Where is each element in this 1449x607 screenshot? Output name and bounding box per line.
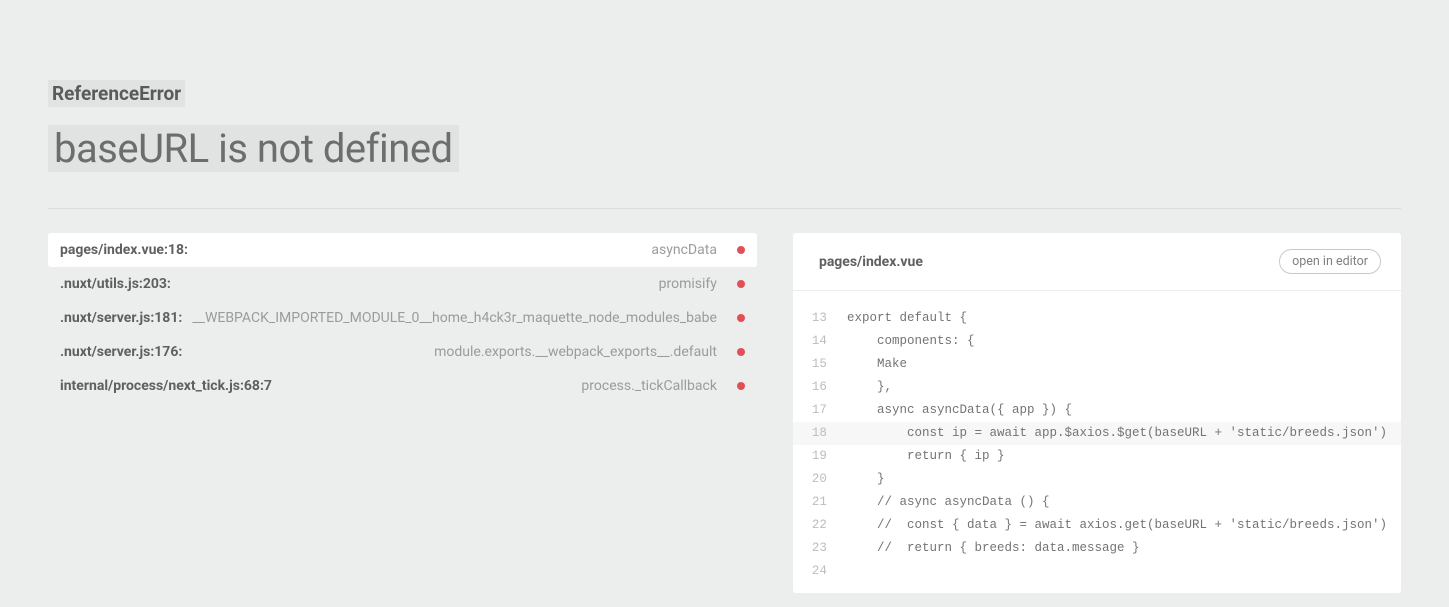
trace-file: internal/process/next_tick.js:68:7 xyxy=(60,378,272,394)
line-number: 15 xyxy=(793,353,841,376)
line-text xyxy=(841,560,847,583)
code-line: 22 // const { data } = await axios.get(b… xyxy=(793,514,1401,537)
line-text: async asyncData({ app }) { xyxy=(841,399,1072,422)
source-filename: pages/index.vue xyxy=(819,254,923,270)
trace-file: pages/index.vue:18: xyxy=(60,242,188,258)
code-line: 23 // return { breeds: data.message } xyxy=(793,537,1401,560)
source-code: 13export default {14 components: {15 Mak… xyxy=(793,291,1401,593)
code-line: 18 const ip = await app.$axios.$get(base… xyxy=(793,422,1401,445)
code-line: 16 }, xyxy=(793,376,1401,399)
line-number: 19 xyxy=(793,445,841,468)
line-number: 23 xyxy=(793,537,841,560)
stack-trace-row[interactable]: .nuxt/server.js:181: __WEBPACK_IMPORTED_M… xyxy=(48,301,757,335)
line-text: } xyxy=(841,468,885,491)
stack-trace-row[interactable]: .nuxt/server.js:176: module.exports.__web… xyxy=(48,335,757,369)
status-dot-icon xyxy=(737,246,745,254)
code-line: 13export default { xyxy=(793,307,1401,330)
line-number: 22 xyxy=(793,514,841,537)
trace-function: module.exports.__webpack_exports__.defau… xyxy=(434,344,717,360)
line-text: // return { breeds: data.message } xyxy=(841,537,1140,560)
stack-trace-row[interactable]: .nuxt/utils.js:203: promisify xyxy=(48,267,757,301)
line-number: 18 xyxy=(793,422,841,445)
trace-function: asyncData xyxy=(651,242,717,258)
line-text: const ip = await app.$axios.$get(baseURL… xyxy=(841,422,1387,445)
line-number: 21 xyxy=(793,491,841,514)
trace-file: .nuxt/server.js:176: xyxy=(60,344,182,360)
line-number: 17 xyxy=(793,399,841,422)
trace-function: __WEBPACK_IMPORTED_MODULE_0__home_h4ck3r… xyxy=(192,310,717,326)
line-text: return { ip } xyxy=(841,445,1005,468)
line-number: 14 xyxy=(793,330,841,353)
trace-file: .nuxt/server.js:181: xyxy=(60,310,182,326)
line-text: components: { xyxy=(841,330,975,353)
line-text: }, xyxy=(841,376,892,399)
code-line: 19 return { ip } xyxy=(793,445,1401,468)
code-line: 14 components: { xyxy=(793,330,1401,353)
line-number: 20 xyxy=(793,468,841,491)
line-number: 24 xyxy=(793,560,841,583)
status-dot-icon xyxy=(737,348,745,356)
trace-function: process._tickCallback xyxy=(581,378,717,394)
stack-trace-list: pages/index.vue:18: asyncData .nuxt/utils.… xyxy=(48,233,757,593)
stack-trace-row[interactable]: internal/process/next_tick.js:68:7 proces… xyxy=(48,369,757,403)
status-dot-icon xyxy=(737,280,745,288)
trace-function: promisify xyxy=(659,276,717,292)
line-text: Make xyxy=(841,353,907,376)
open-in-editor-button[interactable]: open in editor xyxy=(1279,249,1381,274)
code-line: 17 async asyncData({ app }) { xyxy=(793,399,1401,422)
source-panel: pages/index.vue open in editor 13export … xyxy=(793,233,1401,593)
divider xyxy=(48,208,1401,209)
stack-trace-row[interactable]: pages/index.vue:18: asyncData xyxy=(48,233,757,267)
code-line: 15 Make xyxy=(793,353,1401,376)
code-line: 24 xyxy=(793,560,1401,583)
status-dot-icon xyxy=(737,314,745,322)
code-line: 21 // async asyncData () { xyxy=(793,491,1401,514)
line-number: 13 xyxy=(793,307,841,330)
trace-file: .nuxt/utils.js:203: xyxy=(60,276,171,292)
line-number: 16 xyxy=(793,376,841,399)
error-type: ReferenceError xyxy=(48,80,1401,125)
line-text: export default { xyxy=(841,307,967,330)
code-line: 20 } xyxy=(793,468,1401,491)
line-text: // const { data } = await axios.get(base… xyxy=(841,514,1387,537)
error-message: baseURL is not defined xyxy=(48,125,1401,208)
status-dot-icon xyxy=(737,382,745,390)
line-text: // async asyncData () { xyxy=(841,491,1050,514)
